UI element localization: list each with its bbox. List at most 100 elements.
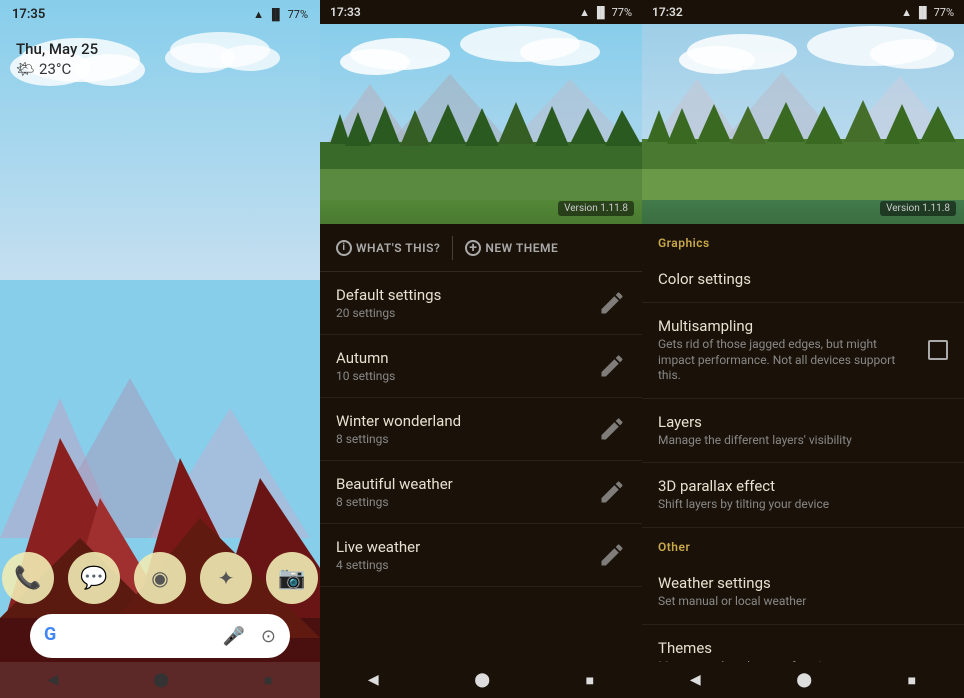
nav-bar-3: ◀ ⬤ ■ [642, 662, 964, 698]
theme-info-autumn: Autumn 10 settings [336, 349, 395, 383]
theme-name-default: Default settings [336, 286, 441, 304]
temperature: 23°C [39, 60, 71, 78]
wifi-icon-3: ▲ [901, 6, 912, 19]
wifi-icon-2: ▲ [579, 6, 590, 19]
theme-item-default[interactable]: Default settings 20 settings [320, 272, 642, 335]
status-icons-3: ▲ ▐▌ 77% [901, 6, 954, 19]
graphics-section-title: Graphics [642, 224, 964, 256]
add-icon: + [465, 240, 481, 256]
weather-date: Thu, May 25 [16, 40, 98, 58]
back-button[interactable]: ◀ [48, 672, 59, 688]
signal-icon: ▐▌ [268, 8, 284, 21]
theme-info-default: Default settings 20 settings [336, 286, 441, 320]
new-theme-label: NEW THEME [485, 241, 558, 255]
setting-name-parallax: 3D parallax effect [658, 477, 829, 495]
weather-temp: 🌤 23°C [16, 60, 98, 78]
edit-icon-autumn[interactable] [598, 352, 626, 380]
status-bar-3: 17:32 ▲ ▐▌ 77% [642, 0, 964, 24]
nav-bar-2: ◀ ⬤ ■ [320, 662, 642, 698]
app-icons-row: 📞 💬 ◉ ✦ 📷 [2, 552, 318, 604]
voice-search-icon[interactable]: 🎤 [222, 626, 244, 647]
theme-count-beautiful: 8 settings [336, 495, 453, 509]
themes-list: Default settings 20 settings Autumn 10 s… [320, 272, 642, 662]
settings-text-layers: Layers Manage the different layers' visi… [658, 413, 852, 449]
home-button-3[interactable]: ⬤ [796, 672, 812, 688]
theme-count-winter: 8 settings [336, 432, 461, 446]
status-time-3: 17:32 [652, 5, 683, 19]
settings-item-parallax[interactable]: 3D parallax effect Shift layers by tilti… [642, 463, 964, 528]
settings-item-layers[interactable]: Layers Manage the different layers' visi… [642, 399, 964, 464]
theme-name-autumn: Autumn [336, 349, 395, 367]
lens-search-icon[interactable]: ⊙ [261, 626, 276, 647]
settings-text-multisampling: Multisampling Gets rid of those jagged e… [658, 317, 908, 384]
google-logo: G [44, 624, 68, 648]
edit-icon-live[interactable] [598, 541, 626, 569]
settings-item-weather[interactable]: Weather settings Set manual or local wea… [642, 560, 964, 625]
setting-desc-weather: Set manual or local weather [658, 594, 806, 610]
theme-name-beautiful: Beautiful weather [336, 475, 453, 493]
theme-name-winter: Winter wonderland [336, 412, 461, 430]
theme-item-beautiful[interactable]: Beautiful weather 8 settings [320, 461, 642, 524]
settings-item-color[interactable]: Color settings [642, 256, 964, 303]
theme-item-autumn[interactable]: Autumn 10 settings [320, 335, 642, 398]
version-badge-2: Version 1.11.8 [558, 201, 634, 216]
home-button-2[interactable]: ⬤ [474, 672, 490, 688]
setting-name-color: Color settings [658, 270, 751, 288]
settings-panel: 17:32 ▲ ▐▌ 77% [642, 0, 964, 698]
dock-area: 📞 💬 ◉ ✦ 📷 G 🎤 ⊙ [0, 552, 320, 658]
signal-icon-3: ▐▌ [915, 6, 931, 19]
status-time-2: 17:33 [330, 5, 361, 19]
landscape-preview-2: Version 1.11.8 [320, 24, 642, 224]
settings-item-multisampling[interactable]: Multisampling Gets rid of those jagged e… [642, 303, 964, 399]
other-section-title: Other [642, 528, 964, 560]
nav-bar: ◀ ⬤ ■ [0, 662, 320, 698]
recent-button[interactable]: ■ [264, 672, 272, 689]
new-theme-button[interactable]: + NEW THEME [465, 240, 558, 256]
home-button[interactable]: ⬤ [153, 672, 169, 688]
edit-icon-winter[interactable] [598, 415, 626, 443]
camera-app-icon[interactable]: 📷 [266, 552, 318, 604]
feedly-app-icon[interactable]: ✦ [200, 552, 252, 604]
edit-icon-default[interactable] [598, 289, 626, 317]
theme-info-live: Live weather 4 settings [336, 538, 420, 572]
settings-item-themes[interactable]: Themes Manage and apply sets of settings [642, 625, 964, 662]
settings-list: Graphics Color settings Multisampling Ge… [642, 224, 964, 662]
settings-text-weather: Weather settings Set manual or local wea… [658, 574, 806, 610]
toolbar-row: i WHAT'S THIS? + NEW THEME [320, 224, 642, 272]
signal-icon-2: ▐▌ [593, 6, 609, 19]
recent-button-3[interactable]: ■ [908, 672, 916, 689]
setting-desc-multisampling: Gets rid of those jagged edges, but migh… [658, 337, 908, 384]
theme-item-live[interactable]: Live weather 4 settings [320, 524, 642, 587]
setting-name-weather: Weather settings [658, 574, 806, 592]
phone-app-icon[interactable]: 📞 [2, 552, 54, 604]
whats-this-label: WHAT'S THIS? [356, 241, 440, 255]
settings-text-parallax: 3D parallax effect Shift layers by tilti… [658, 477, 829, 513]
status-bar: 17:35 ▲ ▐▌ 77% [0, 0, 320, 28]
back-button-3[interactable]: ◀ [690, 672, 701, 688]
settings-text-color: Color settings [658, 270, 751, 288]
battery-text-2: 77% [612, 6, 632, 19]
phone-homescreen: 17:35 ▲ ▐▌ 77% Thu, May 25 🌤 23°C 📞 💬 ◉ … [0, 0, 320, 698]
messages-app-icon[interactable]: 💬 [68, 552, 120, 604]
recent-button-2[interactable]: ■ [586, 672, 594, 689]
battery-text-3: 77% [934, 6, 954, 19]
version-badge-3: Version 1.11.8 [880, 201, 956, 216]
theme-info-beautiful: Beautiful weather 8 settings [336, 475, 453, 509]
edit-icon-beautiful[interactable] [598, 478, 626, 506]
weather-icon: 🌤 [16, 60, 35, 78]
theme-item-winter[interactable]: Winter wonderland 8 settings [320, 398, 642, 461]
theme-count-autumn: 10 settings [336, 369, 395, 383]
back-button-2[interactable]: ◀ [368, 672, 379, 688]
info-icon: i [336, 240, 352, 256]
setting-name-themes: Themes [658, 639, 841, 657]
setting-name-multisampling: Multisampling [658, 317, 908, 335]
whats-this-button[interactable]: i WHAT'S THIS? [336, 240, 440, 256]
setting-name-layers: Layers [658, 413, 852, 431]
status-time: 17:35 [12, 7, 45, 22]
google-search-bar[interactable]: G 🎤 ⊙ [30, 614, 290, 658]
chrome-app-icon[interactable]: ◉ [134, 552, 186, 604]
settings-text-themes: Themes Manage and apply sets of settings [658, 639, 841, 662]
multisampling-checkbox[interactable] [928, 340, 948, 360]
weather-widget: Thu, May 25 🌤 23°C [16, 40, 98, 78]
theme-name-live: Live weather [336, 538, 420, 556]
